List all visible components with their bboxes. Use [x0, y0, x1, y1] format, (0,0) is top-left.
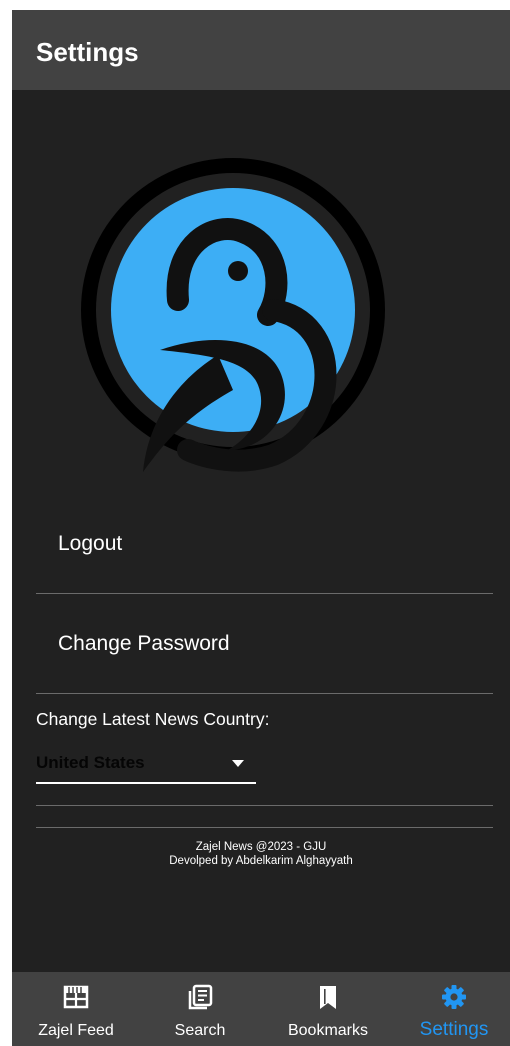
country-label: Change Latest News Country: [36, 709, 270, 729]
page-title: Settings [36, 37, 139, 67]
nav-label-settings: Settings [419, 1019, 489, 1040]
divider [36, 593, 493, 594]
gear-icon [442, 985, 466, 1009]
nav-bookmarks[interactable]: Bookmarks [276, 972, 380, 1046]
nav-label-feed: Zajel Feed [38, 1022, 114, 1039]
nav-zajel-feed[interactable]: Zajel Feed [26, 972, 126, 1046]
country-dropdown-value: United States [36, 753, 145, 772]
app-bar: Settings [12, 10, 510, 90]
footer-copyright: Zajel News @2023 - GJU [195, 841, 327, 853]
nav-search[interactable]: Search [150, 972, 250, 1046]
footer-developer: Devolped by Abdelkarim Alghayyath [169, 855, 353, 867]
bottom-navigation: Zajel Feed Search Bookmarks Settings [12, 972, 510, 1046]
bookmark-icon [320, 986, 336, 1009]
nav-label-search: Search [174, 1022, 226, 1039]
divider [36, 827, 493, 828]
change-password-button[interactable]: Change Password [58, 632, 230, 656]
dropdown-arrow-icon [232, 760, 244, 767]
nav-settings[interactable]: Settings [404, 972, 504, 1046]
logout-button[interactable]: Logout [58, 532, 122, 556]
country-dropdown[interactable]: United States [36, 746, 256, 784]
bird-logo-icon [81, 158, 385, 472]
nav-label-bookmarks: Bookmarks [287, 1022, 369, 1039]
calendar-feed-icon [63, 985, 89, 1009]
divider [36, 693, 493, 694]
newspaper-icon [188, 984, 213, 1010]
settings-screen: Settings Logout Change Password Change L… [12, 10, 510, 1046]
divider [36, 805, 493, 806]
